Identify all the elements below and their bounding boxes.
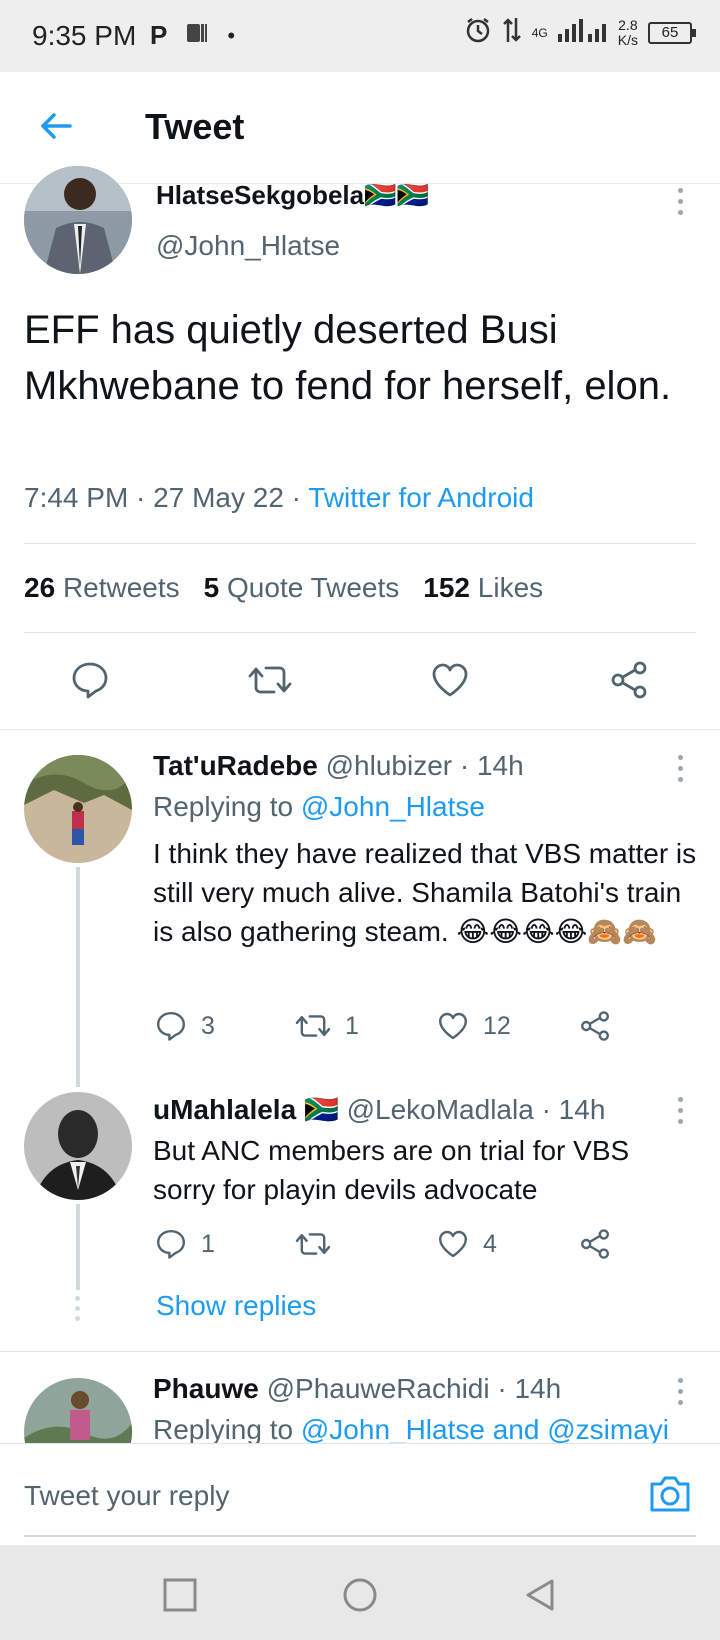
network-speed: 2.8 K/s xyxy=(617,17,638,48)
share-icon xyxy=(581,1229,609,1259)
notification-app-icon xyxy=(185,21,209,50)
alarm-icon xyxy=(464,16,492,50)
retweets-stat[interactable]: 26 Retweets xyxy=(24,572,180,604)
like-icon xyxy=(439,1012,467,1040)
thread-line xyxy=(76,1204,80,1290)
more-options-icon[interactable] xyxy=(675,755,685,787)
data-transfer-icon xyxy=(502,16,522,50)
like-icon[interactable] xyxy=(430,660,470,700)
top-app-bar: Tweet xyxy=(0,72,720,184)
tweet-text: EFF has quietly deserted Busi Mkhwebane … xyxy=(24,308,672,408)
reply-text: I think they have realized that VBS matt… xyxy=(153,838,697,947)
back-icon[interactable] xyxy=(522,1577,558,1613)
author-handle[interactable]: @John_Hlatse xyxy=(156,230,340,262)
reply-icon[interactable] xyxy=(70,660,110,700)
like-button[interactable]: 4 xyxy=(437,1228,497,1260)
tweet-action-bar xyxy=(0,660,720,704)
tweet-metadata: 7:44 PM · 27 May 22 · Twitter for Androi… xyxy=(24,482,534,513)
reply-icon xyxy=(157,1230,185,1259)
battery-icon: 65 xyxy=(648,22,696,44)
divider xyxy=(24,543,696,544)
camera-icon[interactable] xyxy=(648,1474,692,1514)
author-name[interactable]: HlatseSekgobela🇿🇦🇿🇦 xyxy=(156,180,429,211)
author-avatar[interactable] xyxy=(24,166,132,274)
reply-author-line[interactable]: uMahlalela 🇿🇦 @LekoMadlala · 14h xyxy=(153,1093,605,1126)
reply-author-line[interactable]: Tat'uRadebe @hlubizer · 14h xyxy=(153,750,524,782)
likes-stat[interactable]: 152 Likes xyxy=(423,572,543,604)
like-button[interactable]: 12 xyxy=(437,1010,511,1042)
system-nav-bar xyxy=(0,1545,720,1640)
reply-avatar[interactable] xyxy=(24,755,132,863)
recent-apps-icon[interactable] xyxy=(162,1577,198,1613)
reply-author-line[interactable]: Phauwe @PhauweRachidi · 14h xyxy=(153,1373,561,1405)
reply-button[interactable]: 3 xyxy=(155,1010,215,1042)
quote-tweets-stat[interactable]: 5 Quote Tweets xyxy=(204,572,400,604)
status-bar: 9:35 PM P • 4G 2.8 K/s 65 xyxy=(0,0,720,72)
more-options-icon[interactable] xyxy=(675,1378,685,1410)
share-button[interactable] xyxy=(579,1010,611,1042)
divider xyxy=(24,632,696,633)
retweet-icon[interactable] xyxy=(248,660,292,700)
more-options-icon[interactable] xyxy=(675,1097,685,1129)
show-replies-link[interactable]: Show replies xyxy=(156,1290,316,1322)
reply-avatar[interactable] xyxy=(24,1092,132,1200)
share-icon xyxy=(581,1011,609,1041)
more-options-icon[interactable] xyxy=(675,188,685,220)
reply-icon xyxy=(157,1012,185,1041)
signal-icon xyxy=(557,18,608,48)
retweet-icon xyxy=(295,1233,331,1255)
status-time: 9:35 PM xyxy=(32,20,137,51)
input-underline xyxy=(24,1535,696,1537)
divider xyxy=(0,729,720,730)
share-button[interactable] xyxy=(579,1228,611,1260)
parking-app-icon: P xyxy=(150,20,168,50)
replying-to-link[interactable]: @John_Hlatse xyxy=(301,791,485,822)
tweet-source-link[interactable]: Twitter for Android xyxy=(308,482,534,513)
network-type: 4G xyxy=(531,26,548,40)
back-arrow-icon[interactable] xyxy=(36,106,76,146)
share-icon[interactable] xyxy=(609,660,649,700)
retweet-button[interactable] xyxy=(295,1228,345,1260)
like-icon xyxy=(439,1230,467,1258)
reply-input[interactable]: Tweet your reply xyxy=(24,1480,229,1512)
tweet-stats: 26 Retweets 5 Quote Tweets 152 Likes xyxy=(24,572,543,604)
thread-line xyxy=(76,867,80,1087)
replying-to: Replying to @John_Hlatse xyxy=(153,791,485,822)
retweet-icon xyxy=(295,1015,331,1037)
notification-dot-icon: • xyxy=(227,22,236,48)
home-icon[interactable] xyxy=(342,1577,378,1613)
divider xyxy=(0,1351,720,1352)
replying-to-link[interactable]: @John_Hlatse and @zsimayi xyxy=(301,1414,669,1445)
reply-button[interactable]: 1 xyxy=(155,1228,215,1260)
page-title: Tweet xyxy=(145,106,245,147)
retweet-button[interactable]: 1 xyxy=(295,1010,359,1042)
replying-to: Replying to @John_Hlatse and @zsimayi xyxy=(153,1414,669,1445)
thread-dots xyxy=(75,1296,80,1321)
reply-text: But ANC members are on trial for VBS sor… xyxy=(153,1135,630,1205)
reply-composer: Tweet your reply xyxy=(0,1443,720,1545)
